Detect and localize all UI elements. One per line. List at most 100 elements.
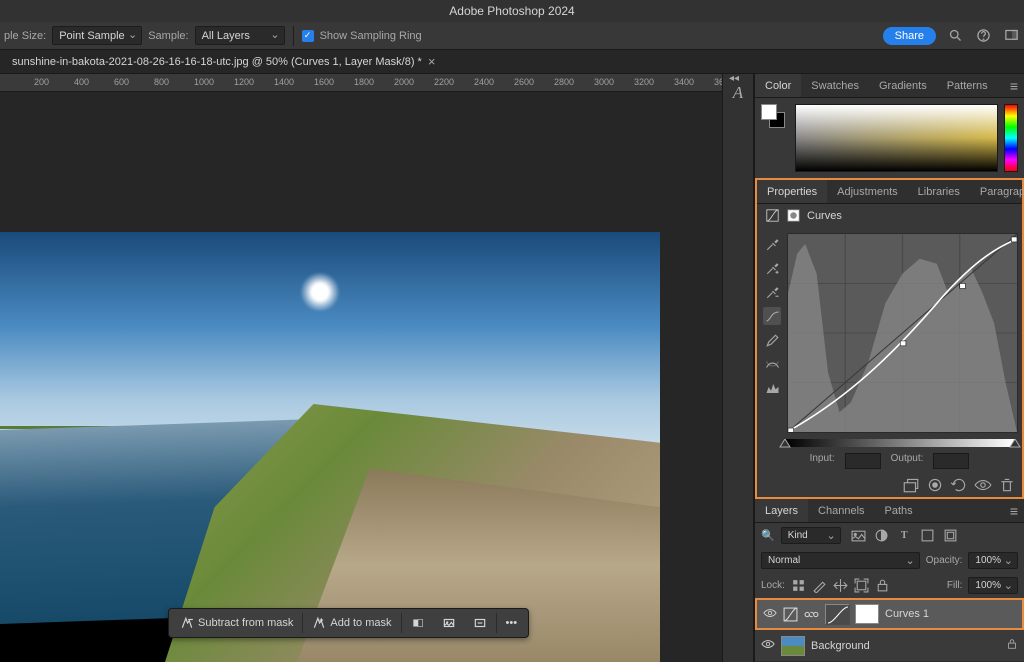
ruler-mark: 2600 — [514, 77, 534, 87]
tab-channels[interactable]: Channels — [808, 499, 874, 522]
canvas-area[interactable]: 0200400600800100012001400160018002000220… — [0, 74, 722, 662]
filter-adjustment-icon[interactable] — [874, 528, 889, 543]
close-tab-icon[interactable]: × — [428, 54, 436, 69]
document-tab[interactable]: sunshine-in-bakota-2021-08-26-16-16-18-u… — [4, 54, 443, 69]
ruler-mark: 200 — [34, 77, 49, 87]
horizontal-ruler: 0200400600800100012001400160018002000220… — [0, 74, 722, 92]
generative-fill-button[interactable] — [434, 612, 464, 634]
search-icon[interactable] — [946, 27, 964, 45]
layer-name[interactable]: Curves 1 — [885, 608, 929, 620]
layer-row-background[interactable]: Background — [755, 630, 1024, 662]
input-field[interactable] — [845, 453, 881, 469]
options-bar: ple Size: Point Sample Sample: All Layer… — [0, 22, 1024, 50]
tab-adjustments[interactable]: Adjustments — [827, 180, 908, 203]
layers-panel-tabs: Layers Channels Paths ≡ — [755, 499, 1024, 523]
properties-footer — [757, 473, 1022, 497]
adjustment-thumb[interactable] — [825, 604, 849, 624]
filter-smart-icon[interactable] — [943, 528, 958, 543]
tab-paragraph[interactable]: Paragraph — [970, 180, 1024, 203]
auto-icon[interactable] — [763, 379, 781, 397]
curves-tool-column — [761, 233, 783, 433]
pencil-icon[interactable] — [763, 331, 781, 349]
tab-gradients[interactable]: Gradients — [869, 74, 937, 97]
expand-rail-icon[interactable]: ◂◂ — [729, 73, 739, 84]
photo-landscape — [0, 232, 660, 662]
mask-icon[interactable] — [786, 208, 801, 223]
more-options-icon[interactable]: ••• — [498, 613, 526, 633]
hue-slider[interactable] — [1004, 104, 1018, 172]
clip-to-layer-icon[interactable] — [902, 477, 920, 493]
foreground-color-swatch[interactable] — [761, 104, 777, 120]
smooth-icon[interactable] — [763, 355, 781, 373]
tab-patterns[interactable]: Patterns — [937, 74, 998, 97]
app-titlebar: Adobe Photoshop 2024 — [0, 0, 1024, 22]
eyedropper-icon[interactable] — [763, 235, 781, 253]
lock-icon[interactable] — [1006, 638, 1018, 653]
ruler-mark: 1200 — [234, 77, 254, 87]
tab-paths[interactable]: Paths — [875, 499, 923, 522]
help-icon[interactable] — [974, 27, 992, 45]
layer-row-curves[interactable]: Curves 1 — [755, 598, 1024, 630]
ruler-mark: 800 — [154, 77, 169, 87]
canvas[interactable] — [0, 232, 660, 662]
lock-pixels-icon[interactable] — [791, 578, 806, 593]
eyedropper-minus-icon[interactable] — [763, 283, 781, 301]
workspace-icon[interactable] — [1002, 27, 1020, 45]
sample-dropdown[interactable]: All Layers — [195, 26, 285, 45]
opacity-dropdown[interactable]: 100% — [968, 552, 1018, 569]
layer-filter-dropdown[interactable]: Kind — [781, 527, 841, 544]
panel-menu-icon[interactable]: ≡ — [1004, 78, 1024, 94]
document-tab-label: sunshine-in-bakota-2021-08-26-16-16-18-u… — [12, 56, 422, 68]
filter-pixel-icon[interactable] — [851, 528, 866, 543]
taskbar-extra-button[interactable] — [465, 612, 495, 634]
output-field[interactable] — [933, 453, 969, 469]
lock-artboard-icon[interactable] — [854, 578, 869, 593]
layer-thumb[interactable] — [781, 636, 805, 656]
lock-position-icon[interactable] — [812, 578, 827, 593]
output-label: Output: — [891, 453, 924, 469]
toggle-visibility-icon[interactable] — [974, 477, 992, 493]
curves-graph[interactable] — [787, 233, 1018, 433]
filter-shape-icon[interactable] — [920, 528, 935, 543]
curve-edit-icon[interactable] — [763, 307, 781, 325]
color-spectrum[interactable] — [795, 104, 998, 172]
properties-panel: Properties Adjustments Libraries Paragra… — [755, 178, 1024, 499]
panel-menu-icon[interactable]: ≡ — [1004, 503, 1024, 519]
tab-color[interactable]: Color — [755, 74, 801, 97]
output-gradient-ramp — [757, 439, 1022, 449]
mask-thumb[interactable] — [855, 604, 879, 624]
opacity-label: Opacity: — [926, 555, 963, 566]
share-button[interactable]: Share — [883, 27, 936, 45]
delete-adjustment-icon[interactable] — [998, 477, 1016, 493]
ruler-mark: 1800 — [354, 77, 374, 87]
show-sampling-ring-label: Show Sampling Ring — [320, 30, 422, 42]
ruler-mark: 3000 — [594, 77, 614, 87]
blend-mode-dropdown[interactable]: Normal — [761, 552, 920, 569]
layer-name[interactable]: Background — [811, 640, 870, 652]
tab-libraries[interactable]: Libraries — [908, 180, 970, 203]
foreground-background-swatch[interactable] — [761, 104, 789, 172]
view-previous-icon[interactable] — [926, 477, 944, 493]
tab-layers[interactable]: Layers — [755, 499, 808, 522]
ruler-mark: 2000 — [394, 77, 414, 87]
lock-move-icon[interactable] — [833, 578, 848, 593]
tab-properties[interactable]: Properties — [757, 180, 827, 203]
lock-all-icon[interactable] — [875, 578, 890, 593]
show-sampling-ring-checkbox[interactable]: ✓ — [302, 30, 314, 42]
curves-adj-thumb-icon — [783, 607, 798, 622]
reset-icon[interactable] — [950, 477, 968, 493]
visibility-icon[interactable] — [763, 606, 777, 623]
invert-mask-button[interactable] — [403, 612, 433, 634]
subtract-from-mask-button[interactable]: Subtract from mask — [172, 612, 301, 634]
visibility-icon[interactable] — [761, 637, 775, 654]
link-icon[interactable] — [804, 607, 819, 622]
tab-swatches[interactable]: Swatches — [801, 74, 869, 97]
eyedropper-plus-icon[interactable] — [763, 259, 781, 277]
fill-dropdown[interactable]: 100% — [968, 577, 1018, 594]
adjustment-type-label: Curves — [807, 210, 842, 222]
filter-type-icon[interactable]: T — [897, 528, 912, 543]
add-to-mask-button[interactable]: Add to mask — [304, 612, 399, 634]
ruler-mark: 1000 — [194, 77, 214, 87]
sample-size-dropdown[interactable]: Point Sample — [52, 26, 142, 45]
ruler-mark: 1400 — [274, 77, 294, 87]
